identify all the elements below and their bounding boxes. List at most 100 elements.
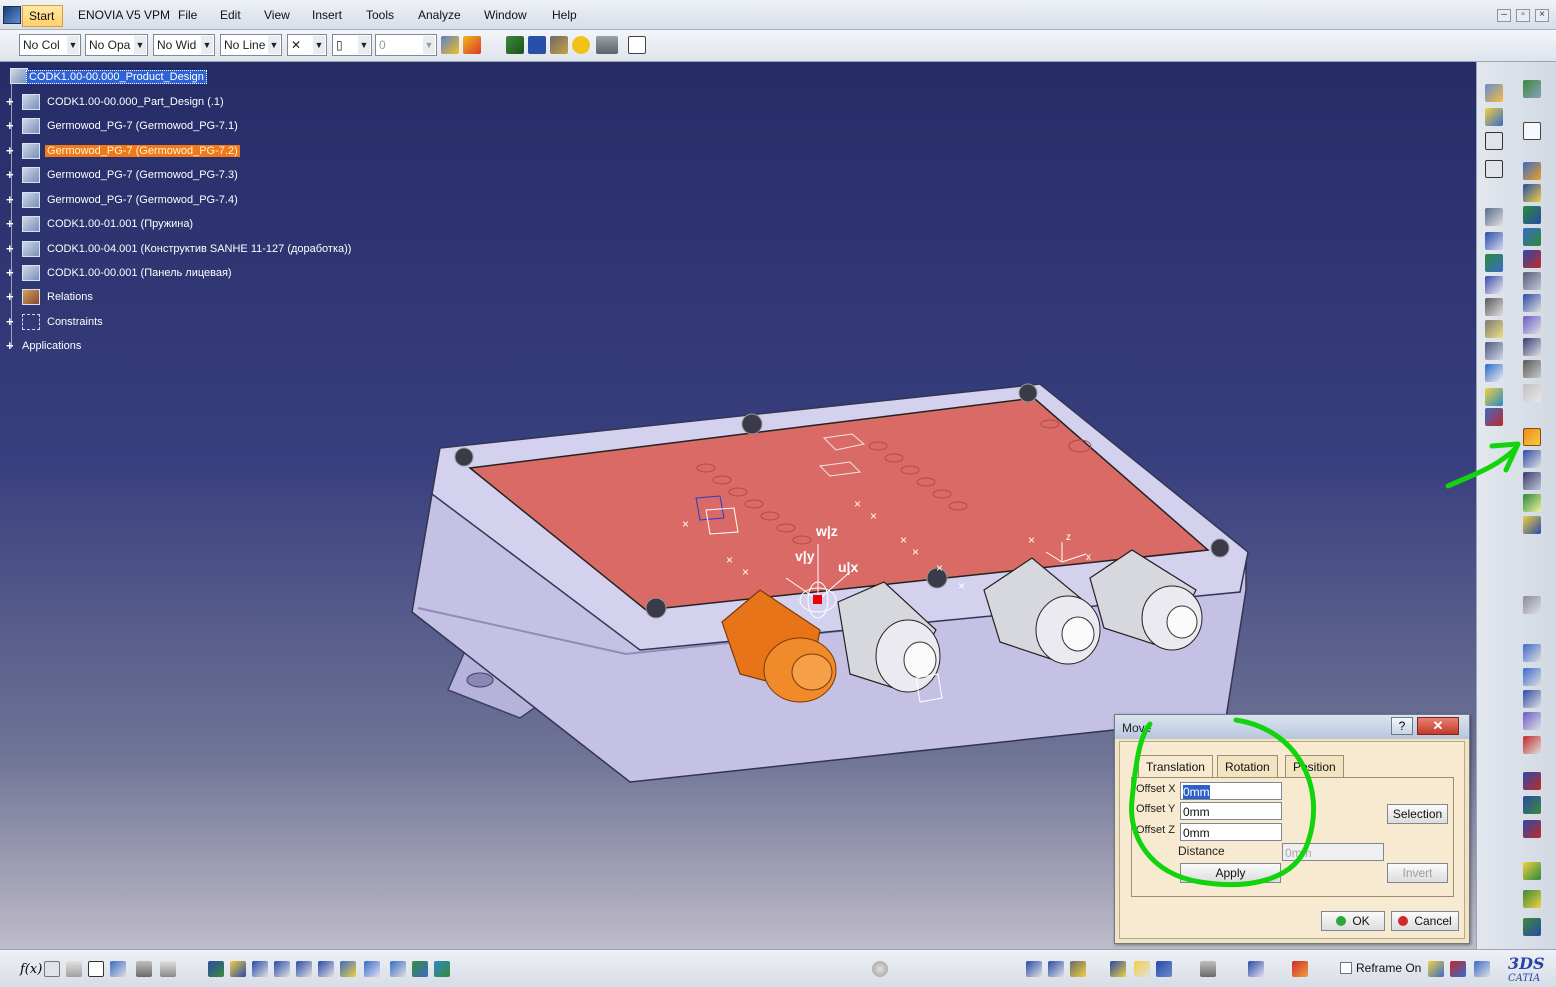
- change-constraint-icon[interactable]: [1523, 360, 1541, 378]
- menu-start[interactable]: Start: [22, 5, 64, 27]
- tab-rotation[interactable]: Rotation: [1217, 755, 1278, 777]
- manipulation-move-icon[interactable]: [1523, 428, 1541, 446]
- color-combo[interactable]: No Col ▼: [19, 34, 81, 56]
- tree-item-label[interactable]: Germowod_PG-7 (Germowod_PG-7.1): [45, 120, 240, 132]
- table-icon[interactable]: [88, 961, 104, 977]
- ok-button[interactable]: OK: [1321, 911, 1385, 931]
- tab-translation[interactable]: Translation: [1138, 755, 1213, 777]
- tree-item-label[interactable]: CODK1.00-01.001 (Пружина): [45, 218, 195, 230]
- reframe-on-checkbox[interactable]: Reframe On: [1340, 961, 1421, 975]
- expand-icon[interactable]: +: [6, 168, 17, 181]
- save-icon[interactable]: [528, 36, 546, 54]
- iso-view-icon[interactable]: [364, 961, 380, 977]
- macro-icon[interactable]: [160, 961, 176, 977]
- catalog-browser-icon[interactable]: [1485, 364, 1503, 382]
- tree-item-label[interactable]: CODK1.00-00.000_Part_Design (.1): [45, 96, 226, 108]
- sphere-icon[interactable]: [1523, 712, 1541, 730]
- hide-show-icon[interactable]: [412, 961, 428, 977]
- constraint-coincidence-icon[interactable]: [1523, 162, 1541, 180]
- close-button[interactable]: ✕: [1417, 717, 1459, 735]
- menu-edit[interactable]: Edit: [220, 8, 241, 22]
- sectioning-icon[interactable]: [1485, 232, 1503, 250]
- expand-icon[interactable]: +: [6, 315, 17, 328]
- split-icon[interactable]: [1523, 796, 1541, 814]
- menu-view[interactable]: View: [264, 8, 290, 22]
- new-document-icon[interactable]: [628, 36, 646, 54]
- menu-analyze[interactable]: Analyze: [418, 8, 461, 22]
- tree-item-label[interactable]: Relations: [45, 291, 95, 303]
- explode-icon[interactable]: [1523, 494, 1541, 512]
- expand-icon[interactable]: +: [6, 242, 17, 255]
- tree-root-label[interactable]: CODK1.00-00.000_Product_Design: [26, 70, 207, 84]
- offset-z-input[interactable]: 0mm: [1180, 823, 1282, 841]
- fix-component-icon[interactable]: [1523, 250, 1541, 268]
- stop-manipulate-on-clash-icon[interactable]: [1523, 516, 1541, 534]
- scenes-icon[interactable]: [1523, 596, 1541, 614]
- plane-icon[interactable]: [1248, 961, 1264, 977]
- restore-icon[interactable]: ▫: [1516, 9, 1530, 22]
- knowledge-icon[interactable]: [66, 961, 82, 977]
- options-icon[interactable]: [1474, 961, 1490, 977]
- compass-snap-icon[interactable]: [1048, 961, 1064, 977]
- help-icon[interactable]: [572, 36, 590, 54]
- menu-window[interactable]: Window: [484, 8, 527, 22]
- grid-icon[interactable]: [1292, 961, 1308, 977]
- measure-icon[interactable]: [1026, 961, 1042, 977]
- lock-icon[interactable]: [136, 961, 152, 977]
- clash-icon[interactable]: [1485, 208, 1503, 226]
- offset-x-input[interactable]: 0mm: [1180, 782, 1282, 800]
- comment-icon[interactable]: [44, 961, 60, 977]
- expand-icon[interactable]: +: [6, 290, 17, 303]
- new-component-icon[interactable]: [506, 36, 524, 54]
- pan-icon[interactable]: [252, 961, 268, 977]
- tree-item-label[interactable]: Germowod_PG-7 (Germowod_PG-7.4): [45, 194, 240, 206]
- smart-move-icon[interactable]: [1523, 472, 1541, 490]
- measure-inertia-icon[interactable]: [1485, 342, 1503, 360]
- tree-item-label[interactable]: Germowod_PG-7 (Germowod_PG-7.3): [45, 169, 240, 181]
- hole-feature-icon[interactable]: [1523, 736, 1541, 754]
- update-icon[interactable]: [1485, 388, 1503, 406]
- constraint-offset-icon[interactable]: [1523, 206, 1541, 224]
- rotate-icon[interactable]: [274, 961, 290, 977]
- flag-note-icon[interactable]: [1523, 668, 1541, 686]
- tree-item-label[interactable]: Applications: [20, 340, 83, 352]
- compass-handle[interactable]: [813, 595, 822, 604]
- tree-item-label[interactable]: Constraints: [45, 316, 105, 328]
- menu-file[interactable]: File: [178, 8, 197, 22]
- paintbrush-icon[interactable]: [441, 36, 459, 54]
- generate-numbering-icon[interactable]: [1485, 132, 1503, 150]
- bill-of-material-icon[interactable]: [1485, 160, 1503, 178]
- opacity-combo[interactable]: No Opa ▼: [85, 34, 148, 56]
- normal-view-icon[interactable]: [340, 961, 356, 977]
- distance-icon[interactable]: [1485, 254, 1503, 272]
- offset-y-input[interactable]: 0mm: [1180, 802, 1282, 820]
- catia-app-icon[interactable]: [3, 6, 21, 24]
- tree-item-label[interactable]: Germowod_PG-7 (Germowod_PG-7.2): [45, 145, 240, 157]
- camera-icon[interactable]: [1200, 961, 1216, 977]
- annotation-text-icon[interactable]: [1523, 644, 1541, 662]
- expand-icon[interactable]: +: [6, 266, 17, 279]
- snap-icon[interactable]: [1523, 450, 1541, 468]
- reuse-pattern-icon[interactable]: [1523, 338, 1541, 356]
- minimize-icon[interactable]: –: [1497, 9, 1511, 22]
- sub-assembly-icon[interactable]: [1523, 862, 1541, 880]
- cube-icon[interactable]: [1156, 961, 1172, 977]
- add-feature-icon[interactable]: [1523, 820, 1541, 838]
- formula-icon[interactable]: [1523, 918, 1541, 936]
- anchor-icon[interactable]: [1485, 298, 1503, 316]
- manage-icon[interactable]: [1450, 961, 1466, 977]
- fast-multi-instantiation-icon[interactable]: [1485, 408, 1503, 426]
- print-icon[interactable]: [596, 36, 618, 54]
- measure-between-icon[interactable]: [1485, 276, 1503, 294]
- menu-insert[interactable]: Insert: [312, 8, 342, 22]
- tab-position[interactable]: Position: [1285, 755, 1344, 777]
- design-table-icon[interactable]: [1523, 890, 1541, 908]
- weld-feature-icon[interactable]: [1523, 690, 1541, 708]
- formula-icon[interactable]: f(x): [20, 962, 42, 977]
- tree-item-label[interactable]: CODK1.00-04.001 (Конструктив SANHE 11-12…: [45, 243, 353, 255]
- catalog-icon[interactable]: [110, 961, 126, 977]
- point-symbol-combo[interactable]: ✕ ▼: [287, 34, 327, 56]
- fit-all-icon[interactable]: [230, 961, 246, 977]
- fix-together-icon[interactable]: [1523, 272, 1541, 290]
- layout-icon[interactable]: [1428, 961, 1444, 977]
